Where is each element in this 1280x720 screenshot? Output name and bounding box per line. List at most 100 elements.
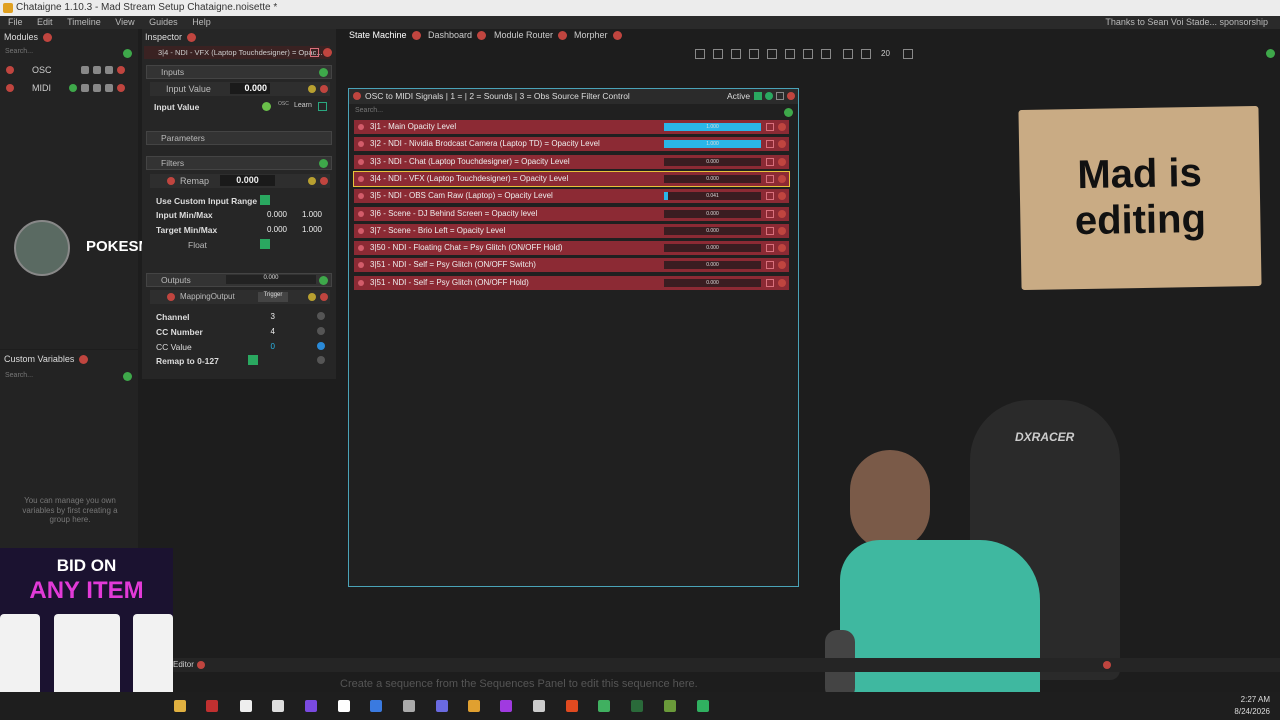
module-item-midi[interactable]: MIDI	[4, 81, 134, 95]
option-icon[interactable]	[317, 312, 325, 320]
power-icon[interactable]	[358, 193, 364, 200]
menu-timeline[interactable]: Timeline	[67, 17, 101, 27]
menu-edit[interactable]: Edit	[37, 17, 53, 27]
float-checkbox[interactable]	[260, 239, 270, 249]
input-min-field[interactable]: 0.000	[259, 210, 287, 219]
close-icon[interactable]	[411, 31, 421, 41]
app-icon[interactable]	[403, 700, 415, 712]
close-icon[interactable]	[79, 355, 89, 365]
modules-search-input[interactable]: Search...	[5, 48, 33, 55]
app-icon[interactable]	[500, 700, 512, 712]
learn-checkbox[interactable]	[318, 102, 327, 111]
option-icon[interactable]	[317, 356, 325, 364]
action-row[interactable]: 3|7 - Scene - Brio Left = Opacity Level 0…	[354, 223, 789, 238]
checkbox-icon[interactable]	[766, 226, 774, 235]
align-top-icon[interactable]	[749, 49, 759, 59]
close-icon[interactable]	[1103, 661, 1111, 669]
close-icon[interactable]	[323, 48, 332, 57]
learn-icon[interactable]	[262, 102, 271, 111]
close-icon[interactable]	[778, 123, 786, 131]
checkbox-icon[interactable]	[766, 278, 774, 287]
align-center-icon[interactable]	[713, 49, 723, 59]
menu-view[interactable]: View	[115, 17, 134, 27]
app-icon[interactable]	[305, 700, 317, 712]
power-icon[interactable]	[358, 124, 364, 130]
snap-icon[interactable]	[861, 49, 871, 59]
close-icon[interactable]	[778, 209, 786, 218]
app-icon[interactable]	[533, 700, 545, 712]
trigger-button[interactable]: Trigger	[258, 292, 288, 302]
add-filter-icon[interactable]	[319, 159, 328, 168]
log-icon[interactable]	[81, 84, 89, 92]
menu-file[interactable]: File	[8, 17, 23, 27]
cc-number-field[interactable]: 4	[250, 327, 275, 336]
close-icon[interactable]	[778, 157, 786, 166]
align-middle-icon[interactable]	[767, 49, 777, 59]
checkbox-icon[interactable]	[766, 123, 774, 131]
x-icon[interactable]	[272, 700, 284, 712]
folder-icon[interactable]	[174, 700, 186, 712]
target-max-field[interactable]: 1.000	[294, 225, 322, 234]
add-icon[interactable]	[1266, 49, 1275, 58]
menu-help[interactable]: Help	[192, 17, 211, 27]
close-icon[interactable]	[117, 84, 125, 92]
power-icon[interactable]	[358, 245, 364, 252]
add-input-icon[interactable]	[319, 68, 328, 77]
tab-state-machine[interactable]: State Machine	[349, 30, 421, 41]
app-icon[interactable]	[370, 700, 382, 712]
state-node-header[interactable]: OSC to MIDI Signals | 1 = | 2 = Sounds |…	[349, 89, 798, 104]
input-max-field[interactable]: 1.000	[294, 210, 322, 219]
close-icon[interactable]	[778, 174, 786, 183]
app-icon[interactable]	[631, 700, 643, 712]
checkbox-icon[interactable]	[766, 209, 774, 218]
action-row[interactable]: 3|4 - NDI - VFX (Laptop Touchdesigner) =…	[353, 170, 790, 187]
align-bottom-icon[interactable]	[785, 49, 795, 59]
minimize-icon[interactable]	[776, 92, 784, 100]
action-row[interactable]: 3|50 - NDI - Floating Chat = Psy Glitch …	[354, 241, 789, 256]
power-icon[interactable]	[167, 177, 175, 185]
align-left-icon[interactable]	[695, 49, 705, 59]
power-icon[interactable]	[358, 279, 364, 286]
close-icon[interactable]	[778, 261, 786, 270]
menu-guides[interactable]: Guides	[149, 17, 178, 27]
action-row[interactable]: 3|51 - NDI - Self = Psy Glitch (ON/OFF S…	[354, 258, 789, 273]
option-icon[interactable]	[317, 327, 325, 335]
distribute-v-icon[interactable]	[821, 49, 831, 59]
close-icon[interactable]	[612, 31, 622, 41]
power-icon[interactable]	[353, 92, 361, 100]
app-icon[interactable]	[436, 700, 448, 712]
power-icon[interactable]	[6, 66, 14, 74]
checkbox-icon[interactable]	[766, 192, 774, 201]
learn-button[interactable]: Learn	[294, 102, 312, 109]
close-icon[interactable]	[778, 192, 786, 201]
action-row[interactable]: 3|2 - NDI - Nividia Brodcast Camera (Lap…	[354, 137, 789, 152]
active-checkbox[interactable]	[754, 92, 762, 100]
state-node[interactable]: OSC to MIDI Signals | 1 = | 2 = Sounds |…	[348, 88, 799, 587]
checkbox-icon[interactable]	[766, 261, 774, 270]
checkbox-icon[interactable]	[310, 48, 319, 57]
settings-icon[interactable]	[105, 66, 113, 74]
edit-icon[interactable]	[105, 84, 113, 92]
b-icon[interactable]	[338, 700, 350, 712]
add-module-icon[interactable]	[123, 49, 132, 58]
power-icon[interactable]	[358, 210, 364, 217]
action-row[interactable]: 3|6 - Scene - DJ Behind Screen = Opacity…	[354, 206, 789, 221]
power-icon[interactable]	[358, 262, 364, 269]
close-icon[interactable]	[43, 33, 53, 43]
power-icon[interactable]	[358, 175, 364, 182]
tab-dashboard[interactable]: Dashboard	[428, 30, 487, 41]
power-icon[interactable]	[358, 141, 364, 148]
parameters-section[interactable]: Parameters	[146, 131, 332, 145]
settings-icon[interactable]	[93, 84, 101, 92]
log-icon[interactable]	[93, 66, 101, 74]
option-icon[interactable]	[317, 342, 325, 350]
distribute-h-icon[interactable]	[803, 49, 813, 59]
zoom-level[interactable]: 20	[881, 49, 890, 58]
grid-icon[interactable]	[843, 49, 853, 59]
app-icon[interactable]	[206, 700, 218, 712]
filters-section[interactable]: Filters	[146, 156, 332, 170]
actions-search-input[interactable]: Search...	[355, 107, 383, 114]
chrome-icon[interactable]	[468, 700, 480, 712]
power-icon[interactable]	[6, 84, 14, 92]
close-icon[interactable]	[778, 244, 786, 253]
